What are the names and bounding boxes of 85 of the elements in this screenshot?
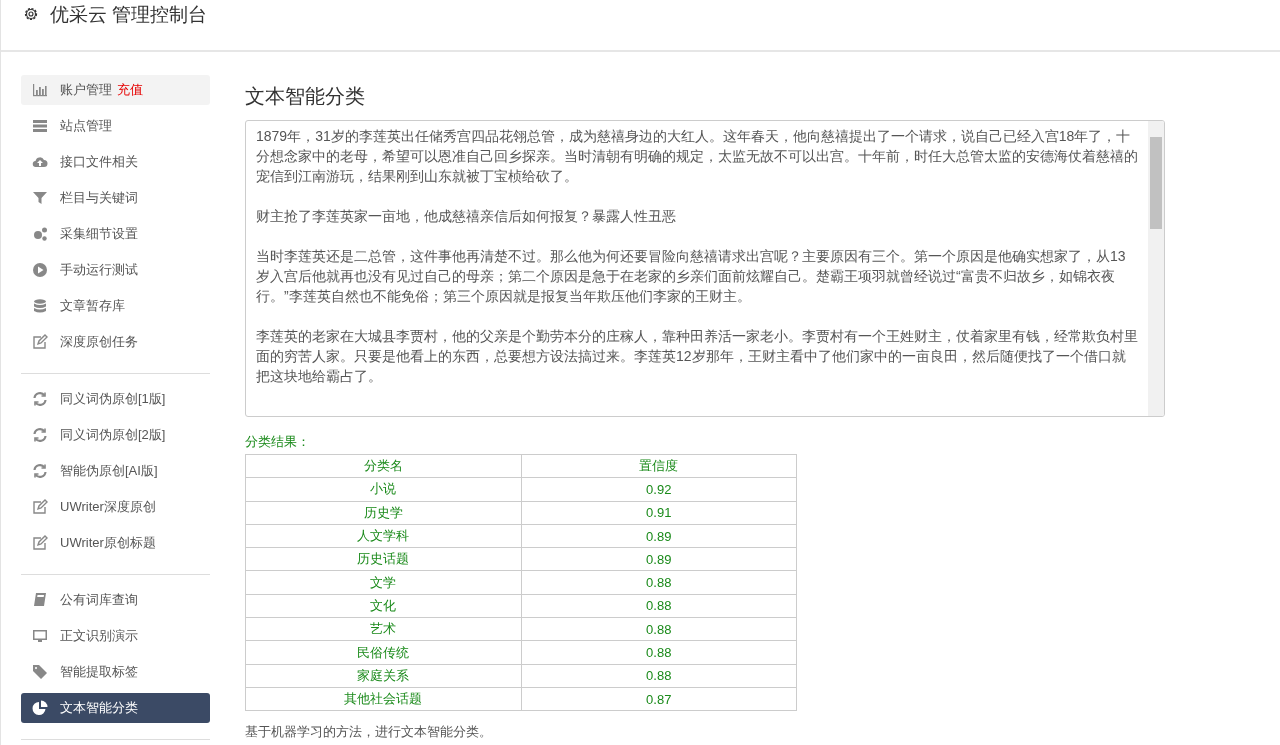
table-cell: 文化 [245,594,521,618]
table-cell: 人文学科 [245,524,521,548]
sidebar-item[interactable]: 文章暂存库 [21,291,210,321]
sidebar-item[interactable]: 同义词伪原创[1版] [21,384,210,414]
column-header: 置信度 [521,454,797,478]
server-icon [32,118,48,134]
sidebar-label: 公有词库查询 [60,591,138,609]
paragraph: 1879年，31岁的李莲英出任储秀宫四品花翎总管，成为慈禧身边的大红人。这年春天，他向慈禧提出了一个请求，说自己已经入宫18年了，十分想念家中的老母，希望可以恩准自己回乡探亲。当时清朝有明确的规定，太监无故不可以出宫。十年前，时任大总管太监的安德海仗着慈禧的宠信到江南游玩，结果刚到山东就被丁宝桢给砍了。 [256,127,1138,186]
sidebar-item[interactable]: 深度原创任务 [21,327,210,357]
section-title: 文本智能分类 [245,84,366,109]
play-icon [32,262,48,278]
monitor-icon [32,628,48,644]
table-cell: 民俗传统 [245,640,521,665]
table-cell: 0.89 [521,524,797,548]
recharge-badge[interactable]: 充值 [117,81,143,99]
table-cell: 历史学 [245,501,521,525]
table-cell: 小说 [245,477,521,502]
edit-icon [32,535,48,551]
sidebar-item[interactable]: 智能提取标签 [21,657,210,687]
cloud-icon [32,154,48,170]
sidebar-label: UWriter深度原创 [60,498,156,516]
sidebar-label: 采集细节设置 [60,225,138,243]
edit-icon [32,499,48,515]
refresh-icon [32,391,48,407]
table-cell: 其他社会话题 [245,687,521,711]
table-cell: 历史话题 [245,547,521,571]
sidebar-item[interactable]: 接口文件相关 [21,147,210,177]
sidebar-item[interactable]: 智能伪原创[AI版] [21,456,210,486]
table-cell: 0.88 [521,571,797,595]
scrollbar[interactable] [1148,121,1164,416]
sidebar-label: 正文识别演示 [60,627,138,645]
filter-icon [32,190,48,206]
sidebar-item[interactable]: 公有词库查询 [21,585,210,615]
table-cell: 艺术 [245,617,521,641]
chart-icon [32,82,48,98]
sidebar-item[interactable]: UWriter原创标题 [21,528,210,558]
sidebar-label: 站点管理 [60,117,112,135]
sidebar-item[interactable]: 手动运行测试 [21,255,210,285]
sidebar-item[interactable]: UWriter深度原创 [21,492,210,522]
page-title: 优采云 管理控制台 [50,3,208,27]
sidebar-label: 文本智能分类 [60,699,138,717]
sidebar-label: 同义词伪原创[1版] [60,390,166,408]
table-cell: 0.91 [521,501,797,525]
sidebar-label: 手动运行测试 [60,261,138,279]
sidebar-label: 接口文件相关 [60,153,138,171]
table-cell: 0.89 [521,547,797,571]
sidebar-item[interactable]: 站点管理 [21,111,210,141]
refresh-icon [32,463,48,479]
result-label: 分类结果： [245,433,311,451]
sidebar-label: 账户管理 [60,81,112,99]
sidebar-item[interactable]: 采集细节设置 [21,219,210,249]
column-header: 分类名 [245,454,521,478]
sidebar-label: 同义词伪原创[2版] [60,426,166,444]
table-cell: 0.88 [521,594,797,618]
settings-icon [22,5,40,23]
book-icon [32,592,48,608]
text-input[interactable] [245,120,1165,417]
table-cell: 0.88 [521,617,797,641]
sidebar-label: 栏目与关键词 [60,189,138,207]
database-icon [32,298,48,314]
edit-icon [32,334,48,350]
sidebar-item[interactable]: 正文识别演示 [21,621,210,651]
sidebar-label: 文章暂存库 [60,297,125,315]
pie-icon [32,700,48,716]
table-cell: 0.92 [521,477,797,502]
refresh-icon [32,427,48,443]
paragraph: 财主抢了李莲英家一亩地，他成慈禧亲信后如何报复？暴露人性丑恶 [256,207,677,226]
sidebar-item[interactable]: 账户管理 充值 [21,75,210,105]
sidebar-label: 智能提取标签 [60,663,138,681]
paragraph: 李莲英的老家在大城县李贾村，他的父亲是个勤劳本分的庄稼人，靠种田养活一家老小。李贾村有一个王姓财主，仗着家里有钱，经常欺负村里面的穷苦人家。只要是他看上的东西，总要想方设法搞过来。李莲英12岁那年，王财主看中了他们家中的一亩良田，然后随便找了一个借口就把这块地给霸占了。 [256,327,1138,386]
sidebar-label: 智能伪原创[AI版] [60,462,158,480]
sidebar-label: 深度原创任务 [60,333,138,351]
tag-icon [32,664,48,680]
gears-icon [32,226,48,242]
table-cell: 0.87 [521,687,797,711]
sidebar-item[interactable]: 栏目与关键词 [21,183,210,213]
sidebar-label: UWriter原创标题 [60,534,156,552]
sidebar-item[interactable]: 文本智能分类 [21,693,210,723]
description-text: 基于机器学习的方法，进行文本智能分类。 [245,723,493,742]
paragraph: 当时李莲英还是二总管，这件事他再清楚不过。那么他为何还要冒险向慈禧请求出宫呢？主要原因有三个。第一个原因是他确实想家了，从13岁入宫后他就再也没有见过自己的母亲；第二个原因是急于在老家的乡亲们面前炫耀自己。楚霸王项羽就曾经说过“富贵不归故乡，如锦衣夜行。”李莲英自然也不能免俗；第三个原因就是报复当年欺压他们李家的王财主。 [256,247,1127,306]
table-cell: 0.88 [521,640,797,665]
table-cell: 0.88 [521,664,797,688]
table-cell: 文学 [245,571,521,595]
table-cell: 家庭关系 [245,664,521,688]
sidebar-item[interactable]: 同义词伪原创[2版] [21,420,210,450]
